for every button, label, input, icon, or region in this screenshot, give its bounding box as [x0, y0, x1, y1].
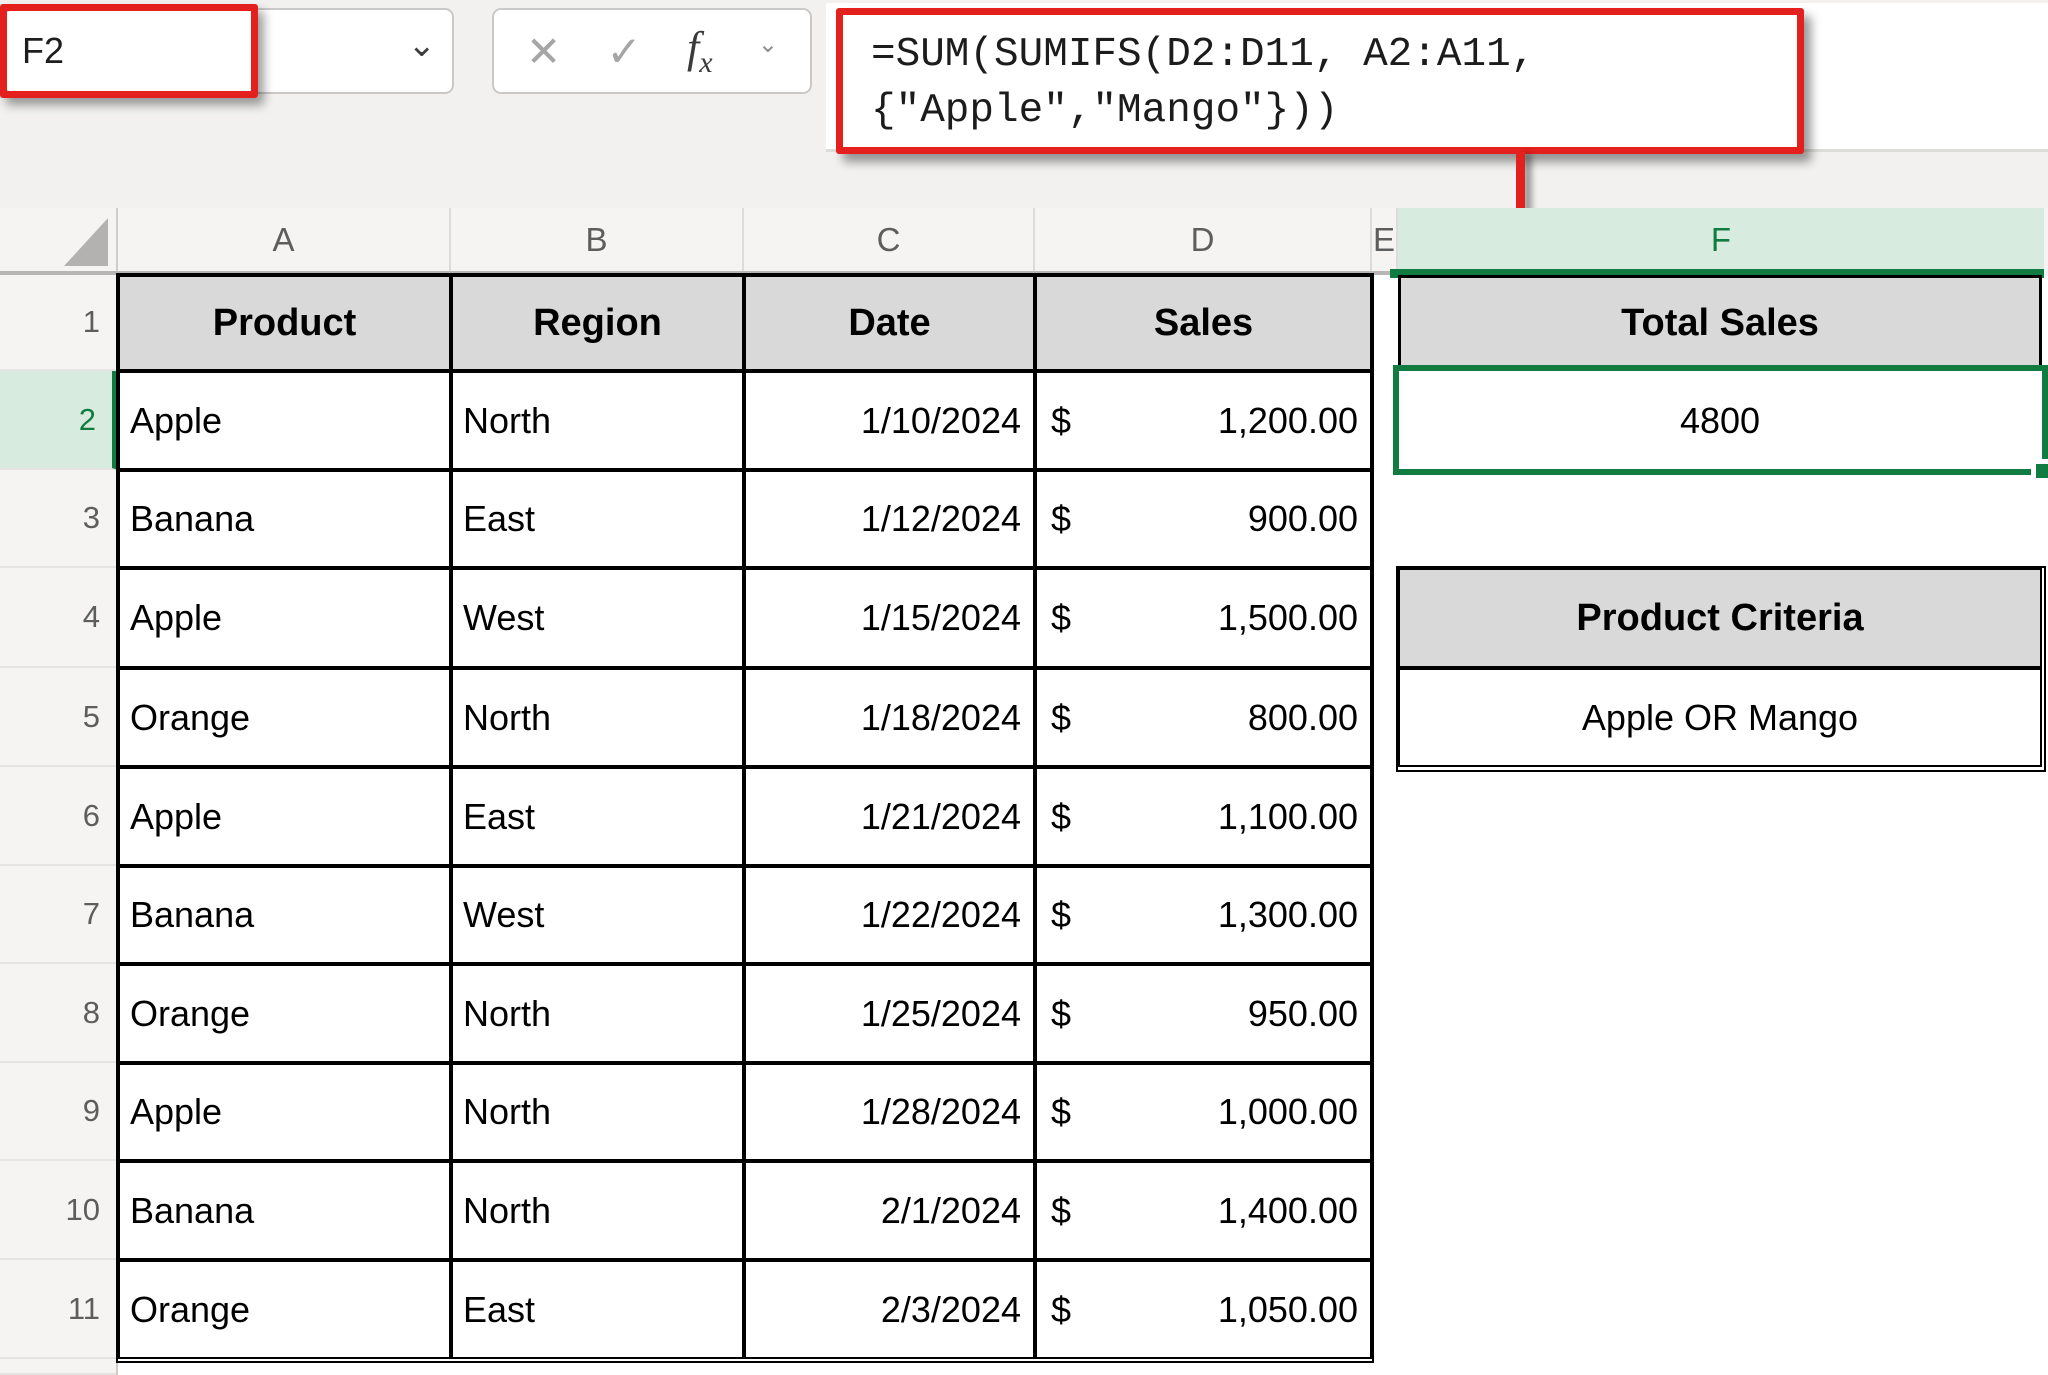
cell-B1[interactable]: Region	[451, 275, 744, 371]
sales-amount: 1,000.00	[1218, 1091, 1358, 1133]
cell-F4-criteria-header[interactable]: Product Criteria	[1398, 568, 2042, 668]
row-header-9[interactable]: 9	[0, 1063, 116, 1161]
cell-A5[interactable]: Orange	[118, 668, 451, 767]
column-header-F[interactable]: F	[1398, 208, 2044, 272]
cell-C3[interactable]: 1/12/2024	[744, 470, 1035, 568]
cell-B4[interactable]: West	[451, 568, 744, 668]
cell-C8[interactable]: 1/25/2024	[744, 964, 1035, 1063]
row-header-1[interactable]: 1	[0, 275, 116, 371]
cell-A2[interactable]: Apple	[118, 371, 451, 470]
cell-C10[interactable]: 2/1/2024	[744, 1161, 1035, 1260]
sales-amount: 950.00	[1248, 993, 1358, 1035]
cell-A3[interactable]: Banana	[118, 470, 451, 568]
fx-f: f	[687, 23, 699, 72]
sales-amount: 1,400.00	[1218, 1190, 1358, 1232]
currency-symbol: $	[1051, 400, 1071, 442]
cell-B8[interactable]: North	[451, 964, 744, 1063]
cell-B6[interactable]: East	[451, 767, 744, 866]
cell-C6[interactable]: 1/21/2024	[744, 767, 1035, 866]
cell-A9[interactable]: Apple	[118, 1063, 451, 1161]
currency-symbol: $	[1051, 796, 1071, 838]
row-header-12-partial[interactable]	[0, 1359, 116, 1375]
currency-symbol: $	[1051, 1091, 1071, 1133]
fx-x: x	[699, 46, 712, 79]
select-all-icon[interactable]	[62, 216, 110, 268]
cell-F5-criteria-value[interactable]: Apple OR Mango	[1398, 668, 2042, 767]
cell-D10[interactable]: $1,400.00	[1035, 1161, 1372, 1260]
cell-C5[interactable]: 1/18/2024	[744, 668, 1035, 767]
cell-C4[interactable]: 1/15/2024	[744, 568, 1035, 668]
currency-symbol: $	[1051, 697, 1071, 739]
cell-D2[interactable]: $1,200.00	[1035, 371, 1372, 470]
cell-D5[interactable]: $800.00	[1035, 668, 1372, 767]
cell-C11[interactable]: 2/3/2024	[744, 1260, 1035, 1359]
cell-B5[interactable]: North	[451, 668, 744, 767]
annotation-red-box-namebox	[0, 4, 258, 98]
cell-D6[interactable]: $1,100.00	[1035, 767, 1372, 866]
column-header-D[interactable]: D	[1035, 208, 1372, 272]
sales-amount: 1,500.00	[1218, 597, 1358, 639]
row-header-2[interactable]: 2	[0, 371, 118, 470]
excel-window: F2 ⌄ ✕ ✓ fx ⌄ =SUM(SUMIFS(D2:D11, A2:A11…	[0, 0, 2048, 1375]
formula-text-line2[interactable]: {"Apple","Mango"}))	[871, 83, 1797, 139]
fill-handle[interactable]	[2036, 464, 2048, 478]
row-header-5[interactable]: 5	[0, 668, 116, 767]
cancel-icon[interactable]: ✕	[526, 27, 561, 76]
sales-amount: 900.00	[1248, 498, 1358, 540]
cell-B10[interactable]: North	[451, 1161, 744, 1260]
row-header-10[interactable]: 10	[0, 1161, 116, 1260]
column-header-C[interactable]: C	[744, 208, 1035, 272]
cell-A1[interactable]: Product	[118, 275, 451, 371]
currency-symbol: $	[1051, 1190, 1071, 1232]
row-header-4[interactable]: 4	[0, 568, 116, 668]
cell-B2[interactable]: North	[451, 371, 744, 470]
cell-F2-total-sales-value[interactable]: 4800	[1398, 371, 2042, 470]
cell-C2[interactable]: 1/10/2024	[744, 371, 1035, 470]
cell-C7[interactable]: 1/22/2024	[744, 866, 1035, 964]
cell-F1-total-sales-header[interactable]: Total Sales	[1398, 275, 2042, 371]
row-header-3[interactable]: 3	[0, 470, 116, 568]
cell-D8[interactable]: $950.00	[1035, 964, 1372, 1063]
cell-B11[interactable]: East	[451, 1260, 744, 1359]
currency-symbol: $	[1051, 597, 1071, 639]
currency-symbol: $	[1051, 1289, 1071, 1331]
formula-text-line1[interactable]: =SUM(SUMIFS(D2:D11, A2:A11,	[871, 27, 1797, 83]
cell-A6[interactable]: Apple	[118, 767, 451, 866]
column-header-A[interactable]: A	[118, 208, 451, 272]
cell-D9[interactable]: $1,000.00	[1035, 1063, 1372, 1161]
cell-D3[interactable]: $900.00	[1035, 470, 1372, 568]
enter-icon[interactable]: ✓	[607, 27, 642, 76]
row-header-11[interactable]: 11	[0, 1260, 116, 1359]
cell-B9[interactable]: North	[451, 1063, 744, 1161]
cell-A10[interactable]: Banana	[118, 1161, 451, 1260]
cell-C9[interactable]: 1/28/2024	[744, 1063, 1035, 1161]
currency-symbol: $	[1051, 894, 1071, 936]
cell-A4[interactable]: Apple	[118, 568, 451, 668]
row-header-7[interactable]: 7	[0, 866, 116, 964]
cell-D1[interactable]: Sales	[1035, 275, 1372, 371]
cell-A7[interactable]: Banana	[118, 866, 451, 964]
sales-amount: 1,050.00	[1218, 1289, 1358, 1331]
row-header-6[interactable]: 6	[0, 767, 116, 866]
sales-amount: 1,100.00	[1218, 796, 1358, 838]
cell-B3[interactable]: East	[451, 470, 744, 568]
cell-A11[interactable]: Orange	[118, 1260, 451, 1359]
column-header-B[interactable]: B	[451, 208, 744, 272]
cell-D7[interactable]: $1,300.00	[1035, 866, 1372, 964]
row-header-8[interactable]: 8	[0, 964, 116, 1063]
sales-amount: 1,300.00	[1218, 894, 1358, 936]
column-header-E[interactable]: E	[1372, 208, 1398, 272]
cell-C1[interactable]: Date	[744, 275, 1035, 371]
formula-buttons: ✕ ✓ fx ⌄	[492, 8, 812, 94]
annotation-red-box-formula: =SUM(SUMIFS(D2:D11, A2:A11, {"Apple","Ma…	[836, 8, 1804, 154]
insert-function-icon[interactable]: fx	[687, 22, 713, 80]
cell-A8[interactable]: Orange	[118, 964, 451, 1063]
currency-symbol: $	[1051, 993, 1071, 1035]
sales-amount: 1,200.00	[1218, 400, 1358, 442]
sales-amount: 800.00	[1248, 697, 1358, 739]
cell-B7[interactable]: West	[451, 866, 744, 964]
currency-symbol: $	[1051, 498, 1071, 540]
cell-D11[interactable]: $1,050.00	[1035, 1260, 1372, 1359]
cell-D4[interactable]: $1,500.00	[1035, 568, 1372, 668]
